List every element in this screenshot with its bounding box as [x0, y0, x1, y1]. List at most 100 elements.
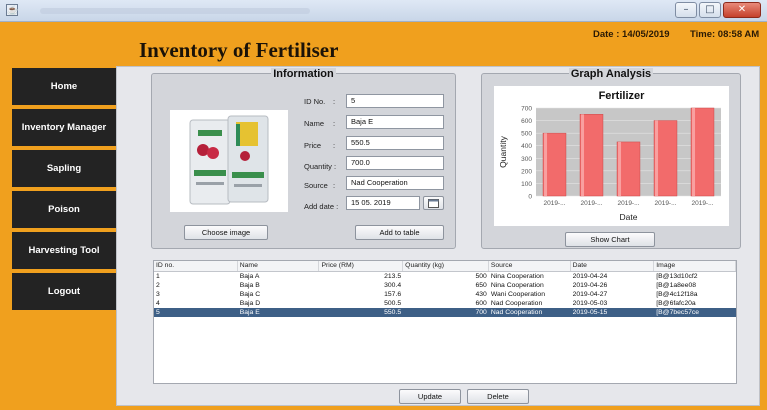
sidebar-item-harvesting-tool[interactable]: Harvesting Tool [12, 232, 116, 269]
price-label: Price [304, 141, 322, 150]
window-controls: – □ ✕ [675, 2, 761, 18]
table-row[interactable]: 3 Baja C 157.6 430 Wani Cooperation 2019-04-2… [154, 290, 736, 299]
y-tick-label: 400 [521, 143, 532, 150]
sidebar-item-sapling[interactable]: Sapling [12, 150, 116, 187]
table-cell: 2019-05-15 [572, 309, 608, 316]
graph-title: Graph Analysis [482, 68, 740, 80]
inventory-table[interactable]: ID no. Name Price (RM) Quantity (kg) Source D… [153, 260, 737, 384]
bar-highlight [655, 120, 659, 196]
column-header[interactable]: ID no. [154, 261, 238, 271]
calendar-icon [428, 199, 439, 208]
table-cell: 1 [156, 273, 160, 280]
name-label: Name [304, 119, 325, 128]
minimize-icon[interactable]: – [675, 2, 697, 18]
bar-highlight [618, 141, 622, 196]
table-cell: [B@7bec57ce [656, 309, 700, 316]
table-cell: 2019-04-24 [572, 273, 608, 280]
table-cell: 430 [475, 291, 487, 298]
table-row[interactable]: 4 Baja D 500.5 600 Nad Cooperation 2019-05-03… [154, 299, 736, 308]
sidebar-item-inventory-manager[interactable]: Inventory Manager [12, 109, 116, 146]
bar-chart: Fertilizer 0 100 200 300 400 500 600 700 2019-...… [498, 90, 721, 222]
table-cell: [B@4c12f18a [656, 291, 698, 298]
id-label: ID No. [304, 97, 326, 106]
table-row[interactable]: 2 Baja B 300.4 650 Nina Cooperation 2019-04-2… [154, 281, 736, 290]
table-cell: 4 [156, 300, 160, 307]
source-label: Source [304, 181, 328, 190]
calendar-button[interactable] [423, 196, 444, 210]
add-date-field[interactable]: 15 05. 2019 [346, 196, 420, 210]
table-cell: 2019-04-26 [572, 282, 608, 289]
table-cell: [B@6fafc20a [656, 300, 696, 307]
fertiliser-bags-image [170, 110, 288, 212]
table-cell: Baja D [239, 300, 261, 307]
x-tick-label: 2019-... [543, 200, 565, 207]
y-tick-label: 100 [521, 181, 532, 188]
y-tick-label: 300 [521, 156, 532, 163]
maximize-icon[interactable]: □ [699, 2, 721, 18]
table-cell: Baja B [239, 282, 260, 289]
y-tick-label: 200 [521, 168, 532, 175]
table-cell: 600 [475, 300, 487, 307]
sidebar-item-home[interactable]: Home [12, 68, 116, 105]
title-bar: ☕ – □ ✕ [0, 0, 767, 22]
source-field[interactable]: Nad Cooperation [346, 176, 444, 190]
x-tick-label: 2019-... [580, 200, 602, 207]
table-row[interactable]: 5 Baja E 550.5 700 Nad Cooperation 2019-05-15… [154, 308, 736, 317]
bar-highlight [544, 133, 548, 196]
price-field[interactable]: 550.5 [346, 136, 444, 150]
table-cell: Wani Cooperation [490, 291, 545, 298]
source-colon: : [333, 181, 336, 190]
table-cell: 300.4 [384, 282, 402, 289]
app-window: ☕ – □ ✕ Inventory of Fertiliser Date : 1… [0, 0, 767, 410]
table-body: 1 Baja A 213.5 500 Nina Cooperation 2019-04-2… [154, 272, 736, 317]
column-header[interactable]: Date [571, 261, 655, 271]
sidebar-item-poison[interactable]: Poison [12, 191, 116, 228]
information-panel: Information Choose image ID No.: 5 Name… [151, 68, 456, 249]
column-header[interactable]: Price (RM) [319, 261, 404, 271]
quantity-label: Quantity : [304, 162, 337, 171]
table-cell: 700 [475, 309, 487, 316]
x-tick-label: 2019-... [617, 200, 639, 207]
table-cell: Baja C [239, 291, 261, 298]
y-tick-label: 0 [528, 194, 532, 201]
column-header[interactable]: Quantity (kg) [403, 261, 489, 271]
delete-button[interactable]: Delete [467, 389, 529, 404]
choose-image-button[interactable]: Choose image [184, 225, 268, 240]
y-axis-label: Quantity [498, 135, 508, 167]
column-header[interactable]: Image [654, 261, 737, 271]
bar-highlight [581, 114, 585, 196]
table-cell: [B@13d10cf2 [656, 273, 698, 280]
graph-title-text: Graph Analysis [568, 68, 654, 80]
table-cell: Nina Cooperation [490, 282, 544, 289]
table-row[interactable]: 1 Baja A 213.5 500 Nina Cooperation 2019-04-2… [154, 272, 736, 281]
table-header: ID no. Name Price (RM) Quantity (kg) Source D… [154, 261, 737, 272]
show-chart-button[interactable]: Show Chart [565, 232, 655, 247]
id-colon: : [333, 97, 336, 106]
close-icon[interactable]: ✕ [723, 2, 761, 18]
name-colon: : [333, 119, 336, 128]
quantity-field[interactable]: 700.0 [346, 156, 444, 170]
name-field[interactable]: Baja E [346, 115, 444, 129]
x-axis-label: Date [620, 212, 638, 222]
table-cell: 5 [156, 309, 160, 316]
table-cell: 213.5 [384, 273, 402, 280]
table-cell: Baja A [239, 273, 260, 280]
y-tick-label: 600 [521, 118, 532, 125]
column-header[interactable]: Name [238, 261, 320, 271]
graph-panel: Graph Analysis Fertilizer 0 100 200 300 400 50… [481, 68, 741, 249]
main-content: Information Choose image ID No.: 5 Name… [116, 66, 760, 406]
y-tick-label: 700 [521, 106, 532, 113]
price-colon: : [333, 141, 336, 150]
chart-area: Fertilizer 0 100 200 300 400 500 600 700 2019-...… [494, 86, 729, 226]
table-cell: 2 [156, 282, 160, 289]
column-header[interactable]: Source [489, 261, 571, 271]
table-cell: 157.6 [384, 291, 402, 298]
y-tick-label: 500 [521, 131, 532, 138]
logout-button[interactable]: Logout [12, 273, 116, 310]
information-title-text: Information [271, 68, 336, 80]
id-field[interactable]: 5 [346, 94, 444, 108]
add-to-table-button[interactable]: Add to table [355, 225, 444, 240]
update-button[interactable]: Update [399, 389, 461, 404]
table-cell: 550.5 [384, 309, 402, 316]
table-cell: Nad Cooperation [490, 309, 543, 316]
